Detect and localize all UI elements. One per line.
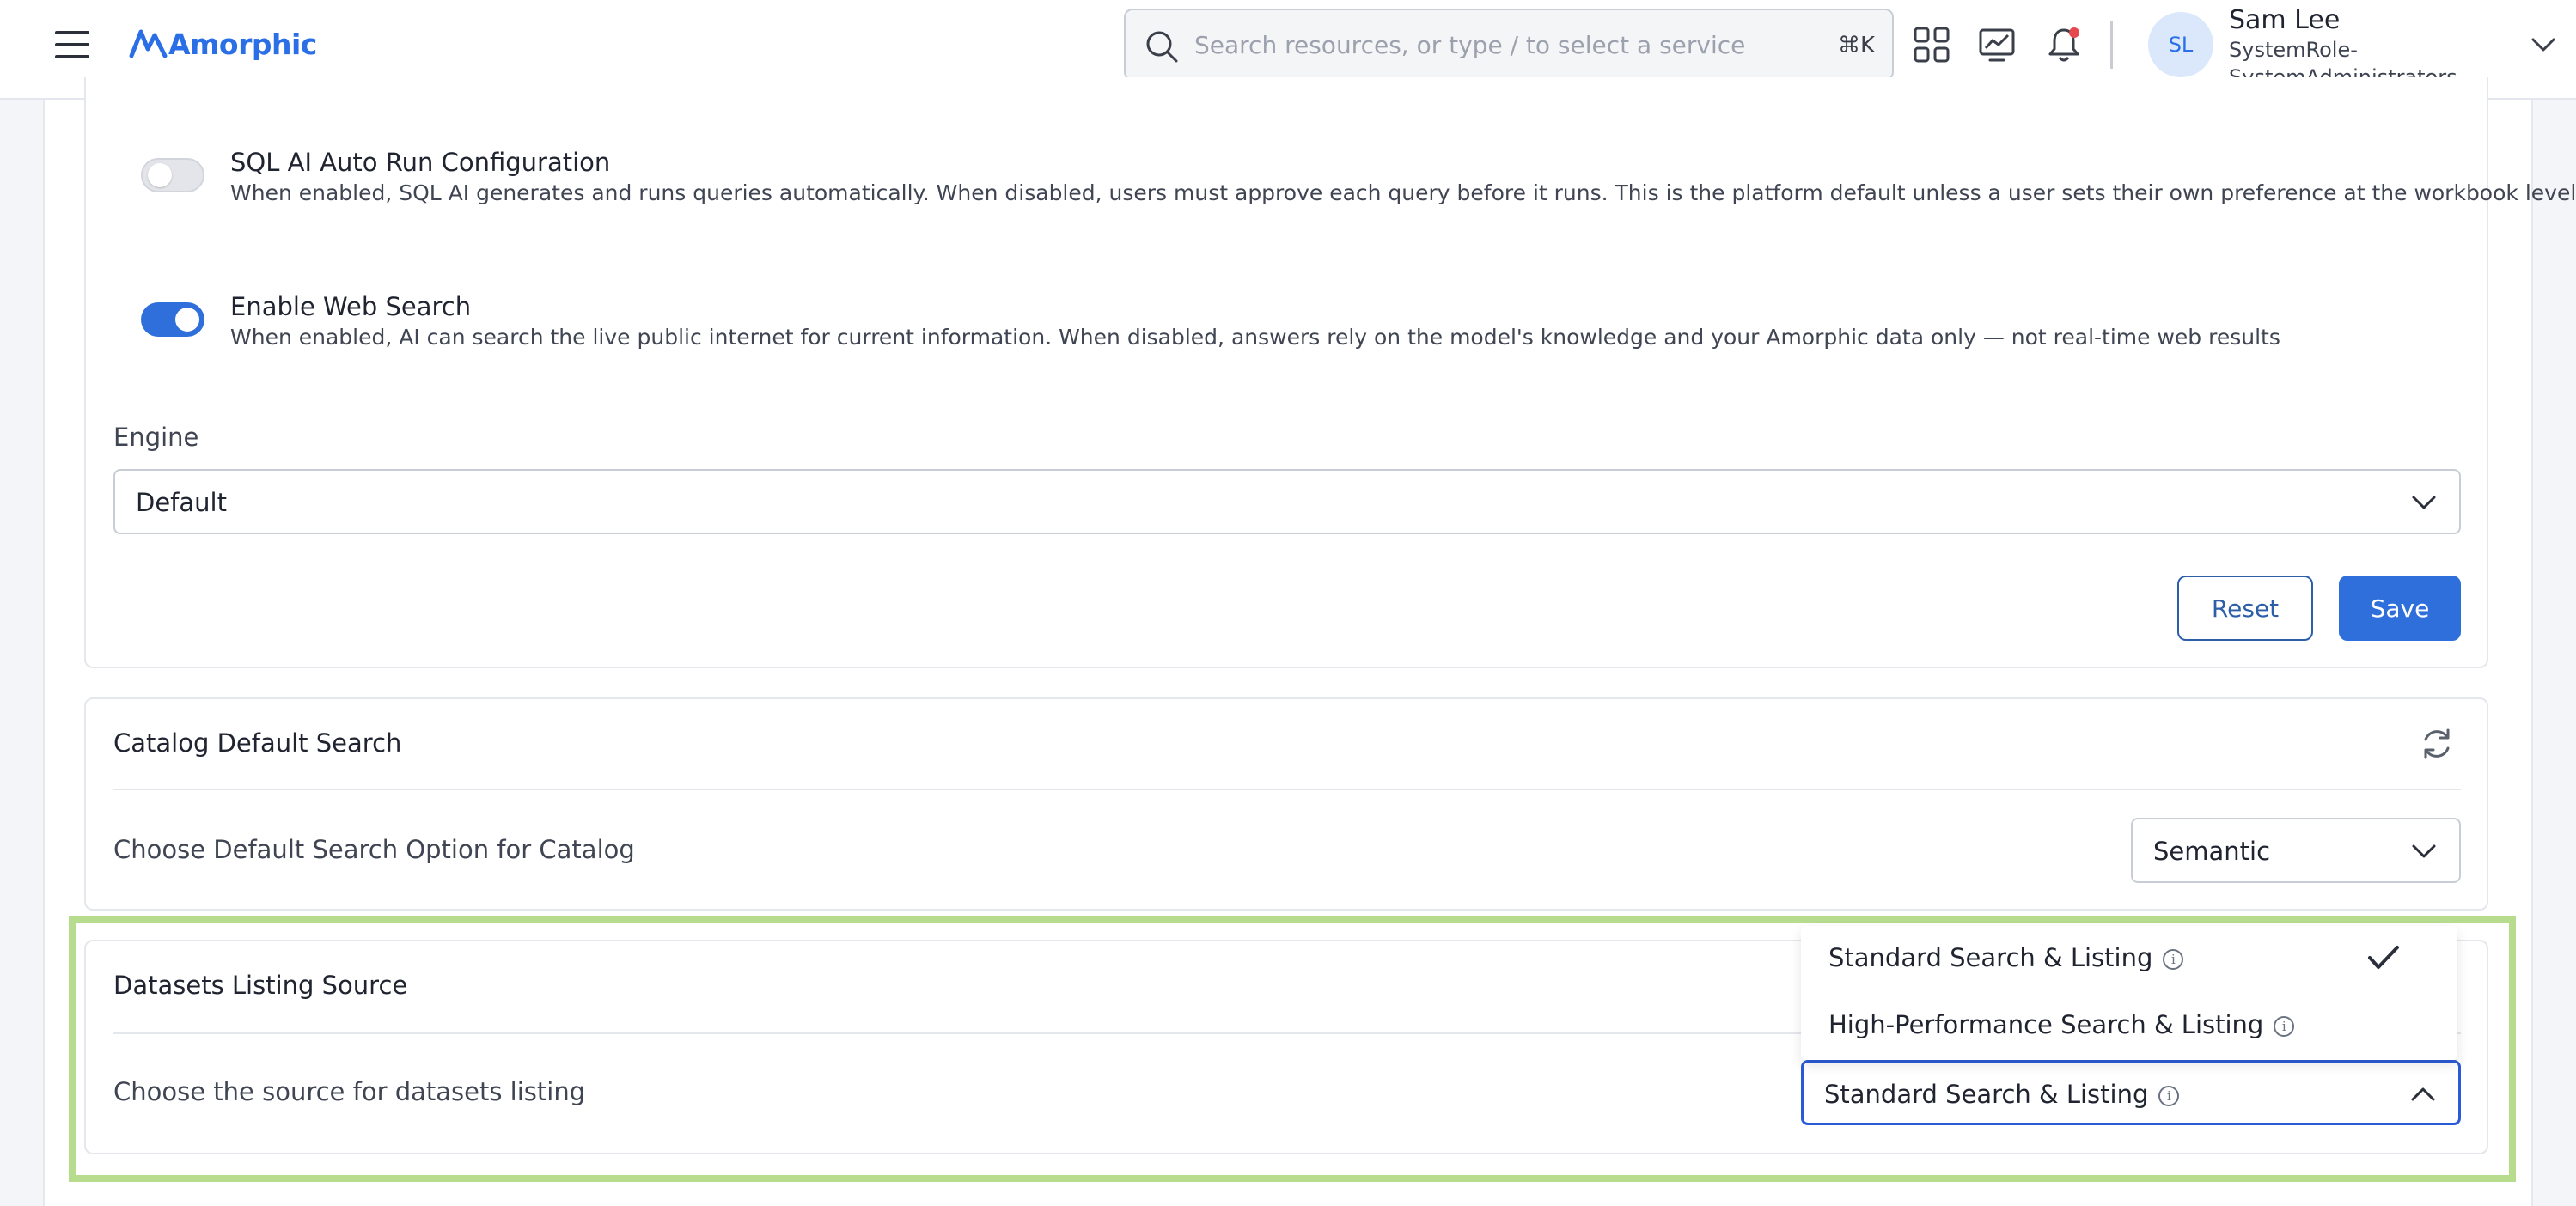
chevron-down-icon[interactable] (2530, 33, 2557, 57)
engine-select-value: Default (136, 488, 227, 517)
enable-web-search-toggle[interactable] (141, 302, 204, 337)
menu-icon[interactable] (55, 29, 89, 60)
catalog-search-select-value: Semantic (2153, 837, 2271, 866)
enable-web-search-title: Enable Web Search (230, 292, 472, 321)
sql-ai-auto-run-description: When enabled, SQL AI generates and runs … (230, 180, 2576, 205)
apps-grid-icon[interactable] (1913, 26, 1950, 64)
search-icon (1146, 31, 1178, 63)
monitoring-chart-icon[interactable] (1978, 26, 2016, 64)
info-icon[interactable]: i (2163, 949, 2184, 970)
engine-select[interactable]: Default (113, 469, 2461, 534)
engine-label: Engine (113, 423, 199, 452)
amorphic-logo-icon (129, 29, 168, 58)
save-button[interactable]: Save (2339, 576, 2461, 641)
sql-ai-auto-run-toggle[interactable] (141, 158, 204, 192)
datasets-listing-dropdown-menu: Standard Search & Listing i High-Performa… (1801, 926, 2457, 1060)
menu-item-label: High-Performance Search & Listing (1828, 1010, 2264, 1039)
enable-web-search-description: When enabled, AI can search the live pub… (230, 325, 2280, 350)
user-name: Sam Lee (2229, 5, 2341, 35)
chevron-down-icon (2412, 844, 2436, 858)
menu-item-standard-search-listing[interactable]: Standard Search & Listing i (1801, 926, 2457, 993)
catalog-default-search-card: Catalog Default Search Choose Default Se… (84, 697, 2488, 911)
search-placeholder: Search resources, or type / to select a … (1194, 31, 1746, 59)
catalog-search-option-label: Choose Default Search Option for Catalog (113, 835, 635, 864)
amorphic-logo[interactable]: Amorphic (129, 22, 317, 65)
catalog-default-search-title: Catalog Default Search (113, 728, 402, 758)
catalog-search-select[interactable]: Semantic (2131, 818, 2461, 883)
global-search-input[interactable]: Search resources, or type / to select a … (1124, 9, 1894, 81)
chevron-down-icon (2412, 496, 2436, 509)
logo-text: Amorphic (168, 27, 317, 61)
reset-button[interactable]: Reset (2177, 576, 2313, 641)
avatar[interactable]: SL (2148, 12, 2213, 77)
notification-bell-icon[interactable] (2045, 26, 2083, 64)
info-icon[interactable]: i (2274, 1016, 2295, 1037)
header-divider (2110, 21, 2113, 69)
card-divider (113, 789, 2461, 790)
menu-item-label: Standard Search & Listing (1828, 943, 2153, 972)
search-shortcut-hint: ⌘K (1837, 33, 1875, 58)
checkmark-icon (2368, 946, 2399, 969)
menu-item-high-performance-search-listing[interactable]: High-Performance Search & Listing i (1801, 993, 2457, 1060)
refresh-icon[interactable] (2418, 725, 2456, 763)
sql-ai-auto-run-title: SQL AI Auto Run Configuration (230, 148, 611, 177)
ai-settings-card: SQL AI Auto Run Configuration When enabl… (84, 77, 2576, 668)
